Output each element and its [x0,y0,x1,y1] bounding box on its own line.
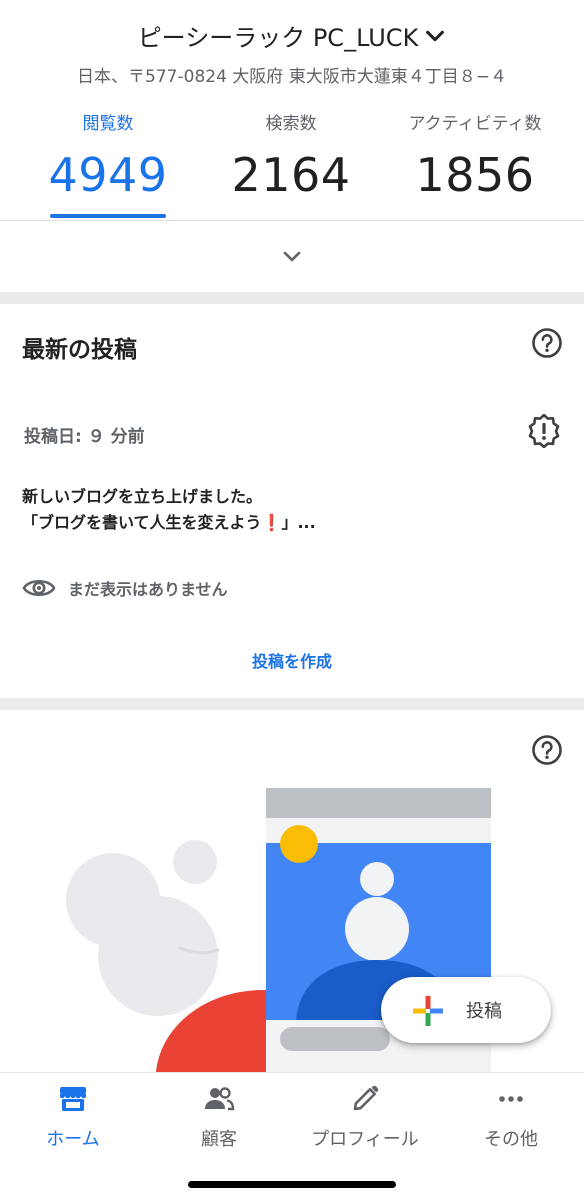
nav-label: その他 [484,1129,538,1150]
stats-tabs: 閲覧数 4949 検索数 2164 アクティビティ数 1856 [0,110,584,222]
more-horizontal-icon [499,1096,523,1102]
business-switcher[interactable]: ピーシーラック PC_LUCK [0,18,584,53]
people-icon [205,1087,235,1111]
tab-views[interactable]: 閲覧数 4949 [18,110,198,202]
section-gap [0,698,584,710]
post-body-text: 」... [281,513,316,532]
post-body-text: 「ブログを書いて人生を変えよう [22,513,262,532]
pencil-icon [353,1085,379,1111]
nav-label: プロフィール [311,1129,419,1150]
google-plus-icon [413,996,443,1026]
create-post-link[interactable]: 投稿を作成 [0,648,584,672]
nav-item-home[interactable]: ホーム [0,1083,146,1151]
help-icon[interactable] [531,734,563,766]
tab-activities[interactable]: アクティビティ数 1856 [385,110,565,202]
chevron-down-icon [426,30,445,41]
eye-icon [22,579,56,597]
post-body-line: 「ブログを書いて人生を変えよう❗」... [22,510,316,536]
exclamation-emoji: ❗ [261,513,282,532]
expand-stats-button[interactable] [0,222,584,292]
fab-label: 投稿 [466,1001,502,1022]
card-title: 最新の投稿 [22,337,137,363]
nav-item-customers[interactable]: 顧客 [146,1083,292,1151]
latest-post-card: 最新の投稿 投稿日: ９ 分前 新しいブログを立ち上げました。 「ブログを書いて… [0,304,584,698]
views-text: まだ表示はありません [68,580,228,599]
post-date: 投稿日: ９ 分前 [24,427,145,447]
divider [0,220,584,221]
nav-label: 顧客 [201,1129,237,1150]
new-post-fab[interactable]: 投稿 [381,977,551,1043]
stat-label: 閲覧数 [82,114,134,134]
home-indicator [188,1181,396,1188]
storefront-icon [60,1087,86,1111]
nav-item-more[interactable]: その他 [438,1083,584,1151]
post-body-line: 新しいブログを立ち上げました。 [22,487,263,506]
section-gap [0,292,584,304]
business-address: 日本、〒577-0824 大阪府 東大阪市大蓮東４丁目８−４ [77,67,507,87]
active-tab-indicator [50,214,166,218]
stat-label: 検索数 [265,114,317,134]
post-views: まだ表示はありません [22,576,228,600]
business-header: ピーシーラック PC_LUCK 日本、〒577-0824 大阪府 東大阪市大蓮東… [0,0,584,222]
stat-value: 1856 [415,148,535,202]
business-name: ピーシーラック PC_LUCK [137,24,419,52]
stat-label: アクティビティ数 [408,114,542,134]
nav-label: ホーム [46,1129,100,1150]
nav-item-profile[interactable]: プロフィール [292,1083,438,1151]
stat-value: 2164 [231,148,351,202]
tab-searches[interactable]: 検索数 2164 [201,110,381,202]
chevron-down-icon [283,251,301,262]
alert-badge-icon[interactable] [527,414,561,448]
stat-value: 4949 [48,148,168,202]
help-icon[interactable] [531,327,563,359]
post-body[interactable]: 新しいブログを立ち上げました。 「ブログを書いて人生を変えよう❗」... [22,484,316,536]
